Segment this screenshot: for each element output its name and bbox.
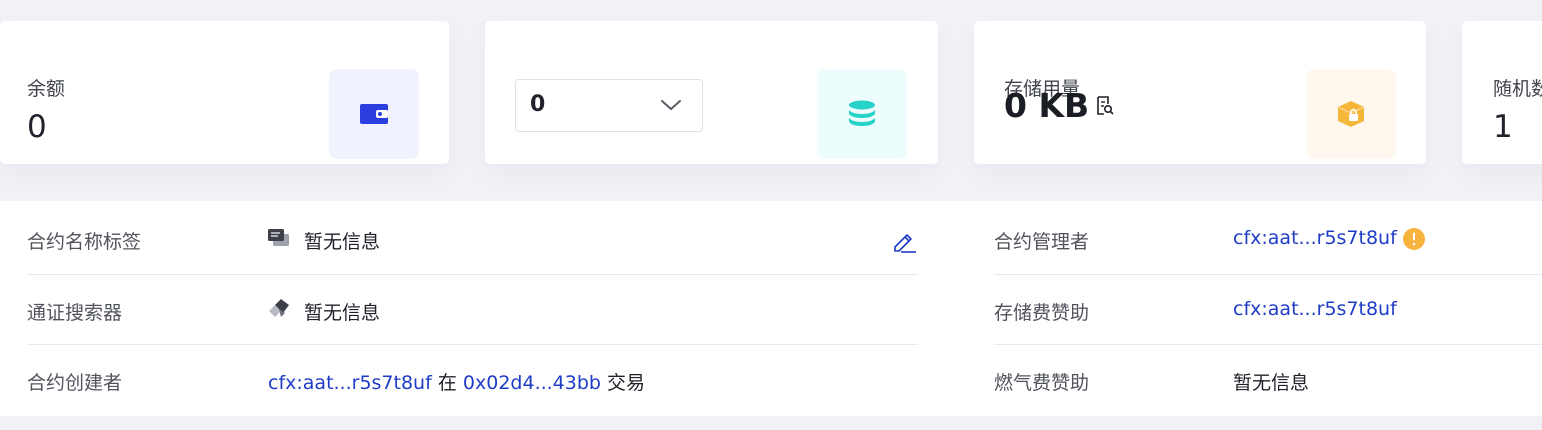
gas-sponsor-label: 燃气费赞助 xyxy=(994,372,1090,394)
token-tracker-value: 暂无信息 xyxy=(304,302,381,324)
creator-tx-link[interactable]: 0x02d4...43bb xyxy=(463,372,601,394)
database-icon-box xyxy=(817,69,907,159)
document-search-icon[interactable] xyxy=(1096,96,1114,116)
storage-value: 0 KB xyxy=(1004,86,1090,125)
chevron-down-icon xyxy=(661,100,681,111)
token-select-value: 0 xyxy=(530,92,546,117)
token-select[interactable]: 0 xyxy=(515,79,703,132)
row-divider xyxy=(27,344,918,345)
storage-sponsor-link[interactable]: cfx:aat...r5s7t8uf xyxy=(1233,298,1397,320)
admin-label: 合约管理者 xyxy=(994,231,1090,253)
row-divider xyxy=(994,274,1542,275)
admin-address-link[interactable]: cfx:aat...r5s7t8uf xyxy=(1233,227,1397,249)
random-card: 随机数 1 xyxy=(1462,21,1542,164)
balance-label: 余额 xyxy=(27,78,66,100)
edit-icon[interactable] xyxy=(892,229,918,253)
balance-value: 0 xyxy=(27,109,47,145)
warning-icon[interactable] xyxy=(1402,227,1426,251)
box-lock-icon xyxy=(1337,101,1365,127)
name-tag-label: 合约名称标签 xyxy=(27,231,142,253)
box-lock-icon-box xyxy=(1306,69,1396,159)
creator-suffix-text: 交易 xyxy=(607,372,646,394)
storage-sponsor-label: 存储费赞助 xyxy=(994,302,1090,324)
token-tracker-icon xyxy=(269,299,289,317)
name-tag-icon xyxy=(268,229,289,246)
balance-card: 余额 0 xyxy=(0,21,449,164)
creator-address-link[interactable]: cfx:aat...r5s7t8uf xyxy=(268,372,432,394)
database-icon xyxy=(849,100,875,126)
creator-info: cfx:aat...r5s7t8uf 在 0x02d4...43bb 交易 xyxy=(268,368,645,395)
random-label: 随机数 xyxy=(1493,78,1542,100)
wallet-icon-box xyxy=(329,69,419,159)
gas-sponsor-value: 暂无信息 xyxy=(1233,372,1310,394)
creator-label: 合约创建者 xyxy=(27,372,123,394)
row-divider xyxy=(27,274,918,275)
name-tag-value: 暂无信息 xyxy=(304,231,381,253)
row-divider xyxy=(994,344,1542,345)
creator-at-text: 在 xyxy=(437,372,457,394)
random-value: 1 xyxy=(1493,109,1513,145)
token-tracker-label: 通证搜索器 xyxy=(27,302,123,324)
wallet-icon xyxy=(360,104,388,124)
